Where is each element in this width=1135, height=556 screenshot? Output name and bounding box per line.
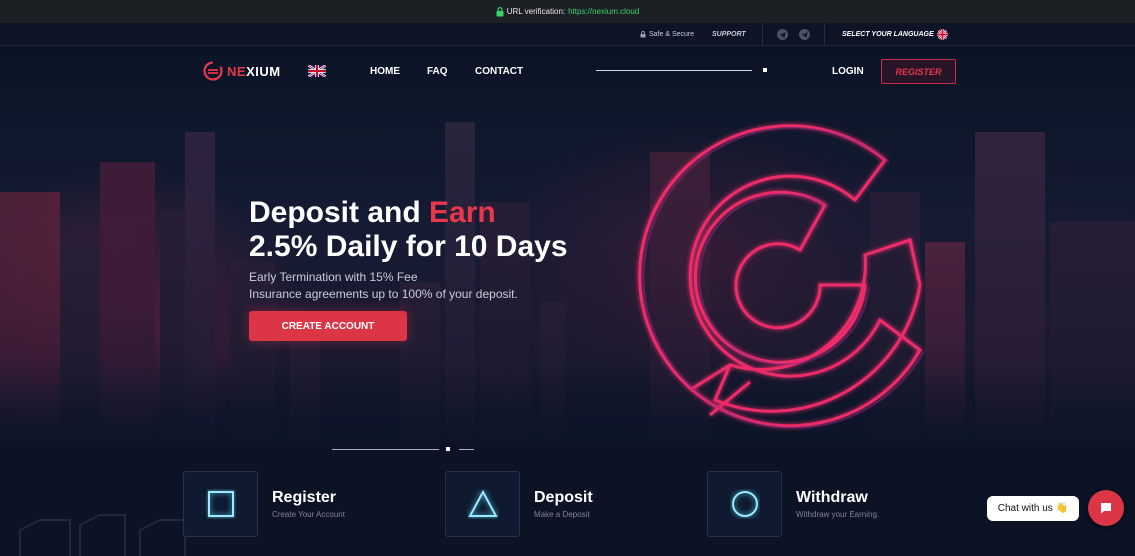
- verification-url[interactable]: https://nexium.cloud: [568, 7, 639, 16]
- safe-secure-label: Safe & Secure: [649, 31, 695, 38]
- slider-indicator-line[interactable]: [459, 449, 474, 450]
- divider: [824, 23, 825, 46]
- register-button[interactable]: REGISTER: [881, 59, 956, 84]
- background-decoration: [19, 514, 186, 556]
- feature-icon-box: [183, 471, 258, 537]
- nexium-logo-icon: [203, 61, 223, 81]
- square-icon: [207, 491, 234, 517]
- feature-title: Withdraw: [796, 489, 868, 506]
- feature-subtitle: Create Your Account: [272, 510, 345, 519]
- safe-secure: Safe & Secure: [640, 23, 694, 46]
- feature-subtitle: Withdraw your Earning.: [796, 510, 880, 519]
- hero-headline: Deposit and Earn 2.5% Daily for 10 Days: [249, 196, 568, 264]
- slider-indicator-line[interactable]: [332, 449, 439, 450]
- chat-label: Chat with us: [997, 503, 1053, 514]
- headline-line-2: 2.5% Daily for 10 Days: [249, 230, 568, 263]
- language-label: SELECT YOUR LANGUAGE: [842, 31, 934, 38]
- nav-divider-dot: [763, 68, 767, 72]
- nav-faq[interactable]: FAQ: [427, 66, 448, 77]
- chat-launcher-button[interactable]: [1088, 490, 1124, 526]
- verification-label: URL verification:: [506, 7, 566, 16]
- page: URL verification: https://nexium.cloud S…: [0, 0, 1135, 556]
- nav-divider-line: [596, 70, 752, 71]
- language-selector[interactable]: SELECT YOUR LANGUAGE: [842, 23, 948, 46]
- nexium-emblem-graphic: [638, 124, 925, 429]
- feature-deposit[interactable]: Deposit Make a Deposit: [445, 471, 593, 537]
- divider: [762, 23, 763, 46]
- chat-prompt-bubble[interactable]: Chat with us 👋: [987, 496, 1079, 521]
- telegram-icon: [799, 29, 810, 40]
- create-account-button[interactable]: CREATE ACCOUNT: [249, 311, 407, 341]
- small-lock-icon: [640, 31, 646, 38]
- chat-icon: [1101, 503, 1111, 514]
- telegram-icon: [777, 29, 788, 40]
- headline-deposit: Deposit and: [249, 196, 430, 229]
- logo-prefix: NE: [227, 63, 247, 79]
- hero-subtext-insurance: Insurance agreements up to 100% of your …: [249, 287, 518, 301]
- feature-withdraw[interactable]: Withdraw Withdraw your Earning.: [707, 471, 879, 537]
- logo[interactable]: NE XIUM: [203, 61, 281, 81]
- uk-flag-icon: [936, 29, 948, 40]
- nav-contact[interactable]: CONTACT: [475, 66, 523, 77]
- lock-icon: [496, 6, 504, 16]
- login-link[interactable]: LOGIN: [832, 66, 864, 77]
- feature-subtitle: Make a Deposit: [534, 510, 590, 519]
- nav-home[interactable]: HOME: [370, 66, 400, 77]
- telegram-link[interactable]: [777, 23, 788, 46]
- slider-indicator-dot[interactable]: [446, 447, 450, 451]
- triangle-icon: [467, 489, 498, 517]
- support-link[interactable]: SUPPORT: [712, 23, 746, 46]
- feature-icon-box: [445, 471, 520, 537]
- feature-title: Register: [272, 489, 337, 506]
- feature-register[interactable]: Register Create Your Account: [183, 471, 345, 537]
- logo-suffix: XIUM: [246, 63, 281, 79]
- feature-title: Deposit: [534, 489, 593, 506]
- wave-icon: 👋: [1055, 503, 1069, 514]
- top-info-strip: Safe & Secure SUPPORT SELECT YOUR LANGUA…: [0, 23, 1135, 46]
- headline-earn: Earn: [429, 196, 496, 229]
- feature-icon-box: [707, 471, 782, 537]
- circle-icon: [731, 491, 758, 517]
- telegram-channel-link[interactable]: [799, 23, 810, 46]
- headline-line-1: Deposit and Earn: [249, 196, 568, 230]
- main-nav: NE XIUM HOME FAQ CONTACT LOGIN REGISTER: [0, 47, 1135, 95]
- hero-subtext-termination: Early Termination with 15% Fee: [249, 270, 418, 284]
- url-verification-bar: URL verification: https://nexium.cloud: [0, 0, 1135, 23]
- uk-flag-icon[interactable]: [308, 65, 326, 77]
